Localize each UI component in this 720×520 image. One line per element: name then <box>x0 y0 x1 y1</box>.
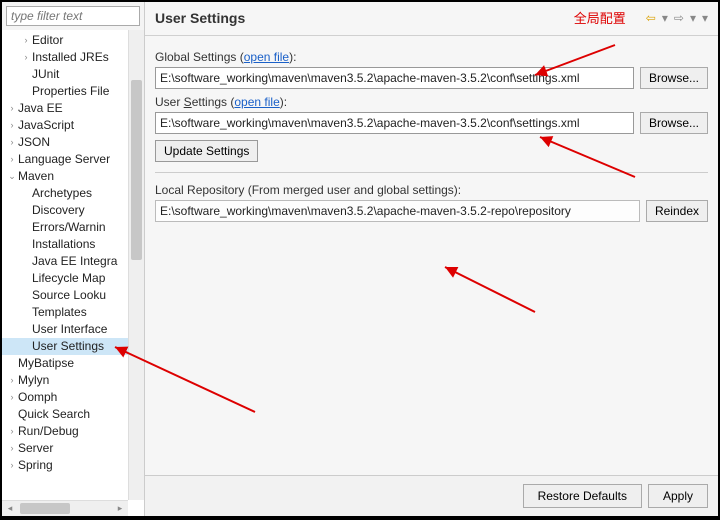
tree-item-java-ee-integra[interactable]: Java EE Integra <box>2 253 144 270</box>
tree-item-label: Archetypes <box>32 185 92 202</box>
tree-item-label: Mylyn <box>18 372 49 389</box>
tree-item-quick-search[interactable]: Quick Search <box>2 406 144 423</box>
update-settings-button[interactable]: Update Settings <box>155 140 258 162</box>
tree-item-label: Templates <box>32 304 87 321</box>
chevron-right-icon[interactable]: › <box>6 389 18 406</box>
global-browse-button[interactable]: Browse... <box>640 67 708 89</box>
content-area: Global Settings (open file): Browse... U… <box>145 36 718 475</box>
tree-item-label: Errors/Warnin <box>32 219 106 236</box>
tree-item-language-server[interactable]: ›Language Server <box>2 151 144 168</box>
tree-item-editor[interactable]: ›Editor <box>2 32 144 49</box>
page-title: User Settings <box>155 10 574 26</box>
tree-item-label: JavaScript <box>18 117 74 134</box>
tree-item-label: Properties File <box>32 83 109 100</box>
tree-item-label: MyBatipse <box>18 355 74 372</box>
menu-dropdown-icon[interactable]: ▾ <box>702 11 708 25</box>
chevron-right-icon[interactable]: › <box>6 423 18 440</box>
tree-item-label: Lifecycle Map <box>32 270 105 287</box>
chevron-right-icon[interactable]: › <box>6 134 18 151</box>
user-settings-label: User Settings (open file): <box>155 95 708 109</box>
user-open-file-link[interactable]: open file <box>234 95 279 109</box>
scroll-left-icon[interactable]: ◂ <box>2 501 18 516</box>
header: User Settings 全局配置 ⇦ ▾ ⇨ ▾ ▾ <box>145 2 718 36</box>
user-settings-path-input[interactable] <box>155 112 634 134</box>
tree-item-junit[interactable]: JUnit <box>2 66 144 83</box>
forward-dropdown-icon[interactable]: ▾ <box>690 11 696 25</box>
local-repository-label: Local Repository (From merged user and g… <box>155 183 708 197</box>
tree-item-run-debug[interactable]: ›Run/Debug <box>2 423 144 440</box>
tree-item-javascript[interactable]: ›JavaScript <box>2 117 144 134</box>
forward-icon[interactable]: ⇨ <box>674 11 684 25</box>
back-dropdown-icon[interactable]: ▾ <box>662 11 668 25</box>
tree-item-lifecycle-map[interactable]: Lifecycle Map <box>2 270 144 287</box>
chevron-right-icon[interactable]: › <box>6 151 18 168</box>
separator <box>155 172 708 173</box>
tree-item-label: JSON <box>18 134 50 151</box>
tree-item-label: User Settings <box>32 338 104 355</box>
tree-item-label: User Interface <box>32 321 107 338</box>
scroll-right-icon[interactable]: ▸ <box>112 501 128 516</box>
tree-item-label: Server <box>18 440 53 457</box>
back-icon[interactable]: ⇦ <box>646 11 656 25</box>
tree-item-label: Installed JREs <box>32 49 109 66</box>
chevron-right-icon[interactable]: › <box>20 49 32 66</box>
tree-item-maven[interactable]: ⌄Maven <box>2 168 144 185</box>
tree-item-oomph[interactable]: ›Oomph <box>2 389 144 406</box>
global-settings-label: Global Settings (open file): <box>155 50 708 64</box>
chevron-right-icon[interactable]: › <box>6 457 18 474</box>
chevron-down-icon[interactable]: ⌄ <box>6 168 18 185</box>
tree-item-label: Oomph <box>18 389 57 406</box>
tree-item-source-looku[interactable]: Source Looku <box>2 287 144 304</box>
tree-item-user-interface[interactable]: User Interface <box>2 321 144 338</box>
chevron-right-icon[interactable]: › <box>6 440 18 457</box>
tree-item-mylyn[interactable]: ›Mylyn <box>2 372 144 389</box>
tree-item-archetypes[interactable]: Archetypes <box>2 185 144 202</box>
tree-item-label: Quick Search <box>18 406 90 423</box>
tree-item-server[interactable]: ›Server <box>2 440 144 457</box>
tree-item-mybatipse[interactable]: MyBatipse <box>2 355 144 372</box>
tree-item-label: Language Server <box>18 151 110 168</box>
footer: Restore Defaults Apply <box>145 475 718 516</box>
tree-item-user-settings[interactable]: User Settings <box>2 338 144 355</box>
chevron-right-icon[interactable]: › <box>6 117 18 134</box>
global-settings-path-input[interactable] <box>155 67 634 89</box>
global-open-file-link[interactable]: open file <box>244 50 289 64</box>
tree-item-label: Java EE <box>18 100 63 117</box>
tree-item-label: Discovery <box>32 202 85 219</box>
tree-item-installed-jres[interactable]: ›Installed JREs <box>2 49 144 66</box>
preferences-sidebar: ›Editor›Installed JREsJUnitProperties Fi… <box>2 2 145 516</box>
tree-item-label: Spring <box>18 457 53 474</box>
chevron-right-icon[interactable]: › <box>6 372 18 389</box>
chevron-right-icon[interactable]: › <box>6 100 18 117</box>
tree-item-label: Java EE Integra <box>32 253 117 270</box>
tree-item-label: Maven <box>18 168 54 185</box>
restore-defaults-button[interactable]: Restore Defaults <box>523 484 642 508</box>
tree-item-installations[interactable]: Installations <box>2 236 144 253</box>
user-browse-button[interactable]: Browse... <box>640 112 708 134</box>
chevron-right-icon[interactable]: › <box>20 32 32 49</box>
reindex-button[interactable]: Reindex <box>646 200 708 222</box>
tree-item-properties-file[interactable]: Properties File <box>2 83 144 100</box>
tree-item-templates[interactable]: Templates <box>2 304 144 321</box>
local-repository-path-input[interactable] <box>155 200 640 222</box>
tree-item-java-ee[interactable]: ›Java EE <box>2 100 144 117</box>
annotation-text: 全局配置 <box>574 8 626 27</box>
tree-item-label: JUnit <box>32 66 59 83</box>
main-panel: User Settings 全局配置 ⇦ ▾ ⇨ ▾ ▾ Global Sett… <box>145 2 718 516</box>
preferences-tree: ›Editor›Installed JREsJUnitProperties Fi… <box>2 30 144 516</box>
tree-item-label: Source Looku <box>32 287 106 304</box>
tree-item-label: Run/Debug <box>18 423 79 440</box>
filter-input[interactable] <box>6 6 140 26</box>
tree-item-spring[interactable]: ›Spring <box>2 457 144 474</box>
tree-item-json[interactable]: ›JSON <box>2 134 144 151</box>
horizontal-scrollbar[interactable]: ◂ ▸ <box>2 500 128 516</box>
tree-item-label: Installations <box>32 236 95 253</box>
toolbar-icons: ⇦ ▾ ⇨ ▾ ▾ <box>646 11 708 25</box>
vertical-scrollbar[interactable] <box>128 30 144 500</box>
tree-item-errors-warnin[interactable]: Errors/Warnin <box>2 219 144 236</box>
apply-button[interactable]: Apply <box>648 484 708 508</box>
tree-item-discovery[interactable]: Discovery <box>2 202 144 219</box>
tree-item-label: Editor <box>32 32 63 49</box>
